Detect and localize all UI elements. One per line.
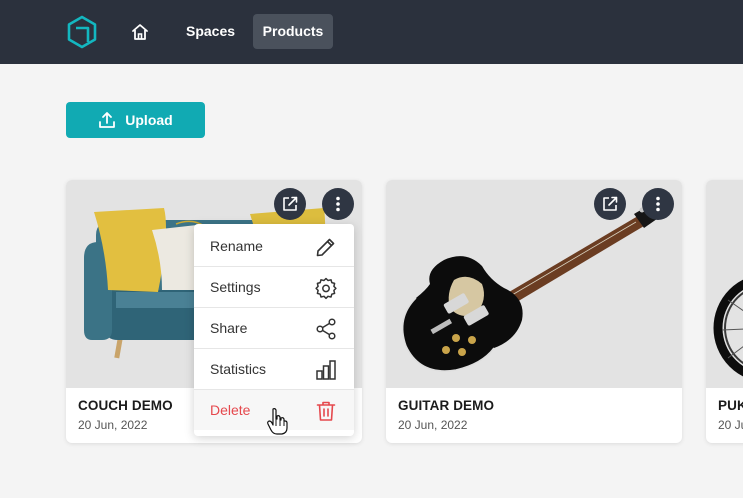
open-external-button[interactable] (594, 188, 626, 220)
home-icon (132, 24, 148, 40)
menu-item-label: Rename (210, 238, 263, 254)
card-date: 20 Jun, 2022 (78, 418, 148, 432)
menu-item-settings[interactable]: Settings (194, 267, 354, 308)
menu-item-label: Settings (210, 279, 261, 295)
home-button[interactable] (124, 17, 156, 47)
open-external-button[interactable] (274, 188, 306, 220)
product-thumbnail-wheel (706, 180, 743, 388)
hand-pointer-cursor-icon (267, 408, 288, 435)
app-logo-icon[interactable] (66, 15, 98, 49)
menu-item-share[interactable]: Share (194, 308, 354, 349)
menu-item-label: Share (210, 320, 248, 336)
card-date: 20 Jun, 2022 (398, 418, 468, 432)
trash-icon (316, 401, 336, 421)
pencil-icon (316, 238, 335, 257)
menu-item-label: Statistics (210, 361, 267, 377)
more-vertical-icon (656, 196, 660, 212)
upload-button[interactable]: Upload (66, 102, 205, 138)
card-title: PUKE (718, 398, 743, 413)
external-link-icon (283, 196, 298, 211)
nav-products[interactable]: Products (253, 14, 333, 49)
wheel-image (713, 279, 743, 377)
card-title: GUITAR DEMO (398, 398, 495, 413)
external-link-icon (603, 196, 618, 211)
product-thumbnail-guitar (386, 180, 682, 388)
upload-icon (99, 112, 116, 128)
top-navigation-bar: Spaces Products (0, 0, 743, 64)
nav-spaces[interactable]: Spaces (174, 14, 247, 49)
guitar-image (401, 200, 665, 372)
share-icon (316, 318, 336, 340)
gear-icon (315, 277, 337, 300)
upload-button-label: Upload (125, 112, 173, 128)
product-card-guitar[interactable]: GUITAR DEMO 20 Jun, 2022 (386, 180, 682, 443)
product-card-partial[interactable]: PUKE 20 Ju (706, 180, 743, 443)
card-date: 20 Ju (718, 418, 743, 432)
menu-item-statistics[interactable]: Statistics (194, 349, 354, 390)
more-options-button[interactable] (642, 188, 674, 220)
more-options-button[interactable] (322, 188, 354, 220)
card-title: COUCH DEMO (78, 398, 173, 413)
menu-item-rename[interactable]: Rename (194, 226, 354, 267)
context-menu: Rename Settings Share Statistics Delete (194, 224, 354, 436)
menu-item-label: Delete (210, 402, 251, 418)
more-vertical-icon (336, 196, 340, 212)
bar-chart-icon (316, 360, 336, 380)
